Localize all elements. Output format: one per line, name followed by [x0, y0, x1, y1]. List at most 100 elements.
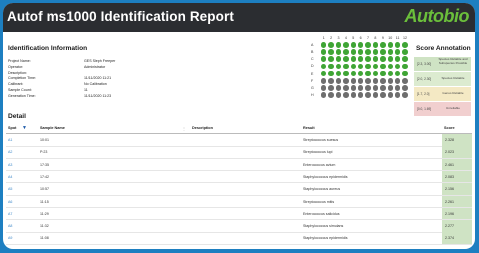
- plate-well[interactable]: [320, 70, 327, 77]
- table-row[interactable]: A7 11:29 Enterococcus salicidus 2.196: [6, 207, 472, 221]
- plate-well[interactable]: [335, 85, 342, 91]
- plate-well[interactable]: [394, 70, 401, 77]
- plate-well[interactable]: [343, 63, 349, 70]
- plate-well[interactable]: [357, 78, 364, 84]
- plate-well[interactable]: [357, 56, 364, 62]
- plate-well[interactable]: [350, 42, 357, 48]
- plate-well[interactable]: [350, 49, 357, 55]
- plate-well[interactable]: [365, 85, 371, 91]
- plate-well[interactable]: [343, 42, 349, 48]
- plate-well[interactable]: [328, 78, 334, 84]
- table-row[interactable]: A6 11:15 Streptococcus mitis 2.261: [6, 195, 472, 208]
- plate-well[interactable]: [320, 85, 327, 91]
- plate-well[interactable]: [357, 85, 364, 91]
- plate-well[interactable]: [387, 92, 394, 98]
- plate-well[interactable]: [335, 56, 342, 62]
- plate-well[interactable]: [380, 85, 386, 91]
- table-row[interactable]: A2 P:23 Streptococcus lupi 2.023: [6, 146, 472, 159]
- plate-well[interactable]: [402, 70, 408, 77]
- plate-well[interactable]: [394, 63, 401, 70]
- table-row[interactable]: A5 10:57 Staphylococcus aureus 2.156: [6, 183, 472, 196]
- plate-well[interactable]: [380, 92, 386, 98]
- plate-well[interactable]: [365, 70, 371, 77]
- plate-well[interactable]: [328, 63, 334, 70]
- column-header-spot[interactable]: Spot: [8, 126, 16, 130]
- plate-well[interactable]: [365, 63, 371, 70]
- sort-down-icon[interactable]: ▼: [22, 125, 27, 131]
- plate-well[interactable]: [328, 70, 334, 77]
- plate-well[interactable]: [394, 92, 401, 98]
- plate-well[interactable]: [372, 49, 379, 55]
- plate-well[interactable]: [357, 49, 364, 55]
- table-row[interactable]: A9 11:08 Staphylococcus epidermidis 2.374: [6, 232, 472, 245]
- plate-well[interactable]: [365, 56, 371, 62]
- plate-well[interactable]: [394, 78, 401, 84]
- plate-well[interactable]: [350, 56, 357, 62]
- plate-well[interactable]: [320, 63, 327, 70]
- plate-well[interactable]: [328, 85, 334, 91]
- plate-well[interactable]: [335, 78, 342, 84]
- plate-well[interactable]: [380, 56, 386, 62]
- plate-well[interactable]: [320, 78, 327, 84]
- plate-well[interactable]: [343, 56, 349, 62]
- plate-well[interactable]: [343, 78, 349, 84]
- plate-well[interactable]: [394, 42, 401, 48]
- plate-well[interactable]: [372, 42, 379, 48]
- column-header-result[interactable]: Result: [303, 126, 315, 130]
- plate-well[interactable]: [394, 56, 401, 62]
- plate-well[interactable]: [328, 56, 334, 62]
- plate-well[interactable]: [320, 56, 327, 62]
- plate-well[interactable]: [350, 92, 357, 98]
- plate-well[interactable]: [357, 70, 364, 77]
- plate-well[interactable]: [402, 85, 408, 91]
- plate-well[interactable]: [350, 70, 357, 77]
- plate-well[interactable]: [380, 70, 386, 77]
- plate-well[interactable]: [335, 63, 342, 70]
- plate-well[interactable]: [380, 78, 386, 84]
- plate-well[interactable]: [357, 42, 364, 48]
- plate-well[interactable]: [380, 63, 386, 70]
- plate-well[interactable]: [365, 49, 371, 55]
- plate-well[interactable]: [402, 78, 408, 84]
- plate-well[interactable]: [365, 42, 371, 48]
- table-row[interactable]: A8 11:32 Staphylococcus simulans 2.277: [6, 220, 472, 233]
- plate-well[interactable]: [402, 49, 408, 55]
- plate-well[interactable]: [357, 92, 364, 98]
- plate-well[interactable]: [402, 92, 408, 98]
- plate-well[interactable]: [394, 49, 401, 55]
- plate-well[interactable]: [372, 70, 379, 77]
- plate-well[interactable]: [380, 49, 386, 55]
- plate-well[interactable]: [387, 63, 394, 70]
- plate-well[interactable]: [350, 63, 357, 70]
- plate-well[interactable]: [328, 92, 334, 98]
- column-header-sample-name[interactable]: Sample Name: [40, 126, 65, 130]
- plate-well[interactable]: [372, 85, 379, 91]
- plate-well[interactable]: [372, 56, 379, 62]
- plate-well[interactable]: [320, 42, 327, 48]
- plate-well[interactable]: [320, 92, 327, 98]
- plate-well[interactable]: [372, 63, 379, 70]
- plate-well[interactable]: [328, 42, 334, 48]
- table-row[interactable]: A3 17:35 Enterococcus avium 2.461: [6, 158, 472, 172]
- plate-well[interactable]: [350, 85, 357, 91]
- plate-well[interactable]: [328, 49, 334, 55]
- table-row[interactable]: A4 17:42 Staphylococcus epidermidis 2.083: [6, 170, 472, 184]
- column-header-description[interactable]: Description: [192, 126, 213, 130]
- plate-well[interactable]: [335, 92, 342, 98]
- plate-well[interactable]: [350, 78, 357, 84]
- plate-well[interactable]: [365, 92, 371, 98]
- plate-well[interactable]: [380, 42, 386, 48]
- plate-well[interactable]: [365, 78, 371, 84]
- plate-well[interactable]: [387, 56, 394, 62]
- plate-well[interactable]: [343, 49, 349, 55]
- plate-well[interactable]: [343, 92, 349, 98]
- plate-well[interactable]: [387, 85, 394, 91]
- plate-well[interactable]: [402, 63, 408, 70]
- plate-well[interactable]: [372, 92, 379, 98]
- plate-well[interactable]: [335, 49, 342, 55]
- plate-well[interactable]: [343, 85, 349, 91]
- plate-well[interactable]: [320, 49, 327, 55]
- plate-well[interactable]: [402, 56, 408, 62]
- column-header-score[interactable]: Score: [444, 126, 455, 130]
- plate-well[interactable]: [402, 42, 408, 48]
